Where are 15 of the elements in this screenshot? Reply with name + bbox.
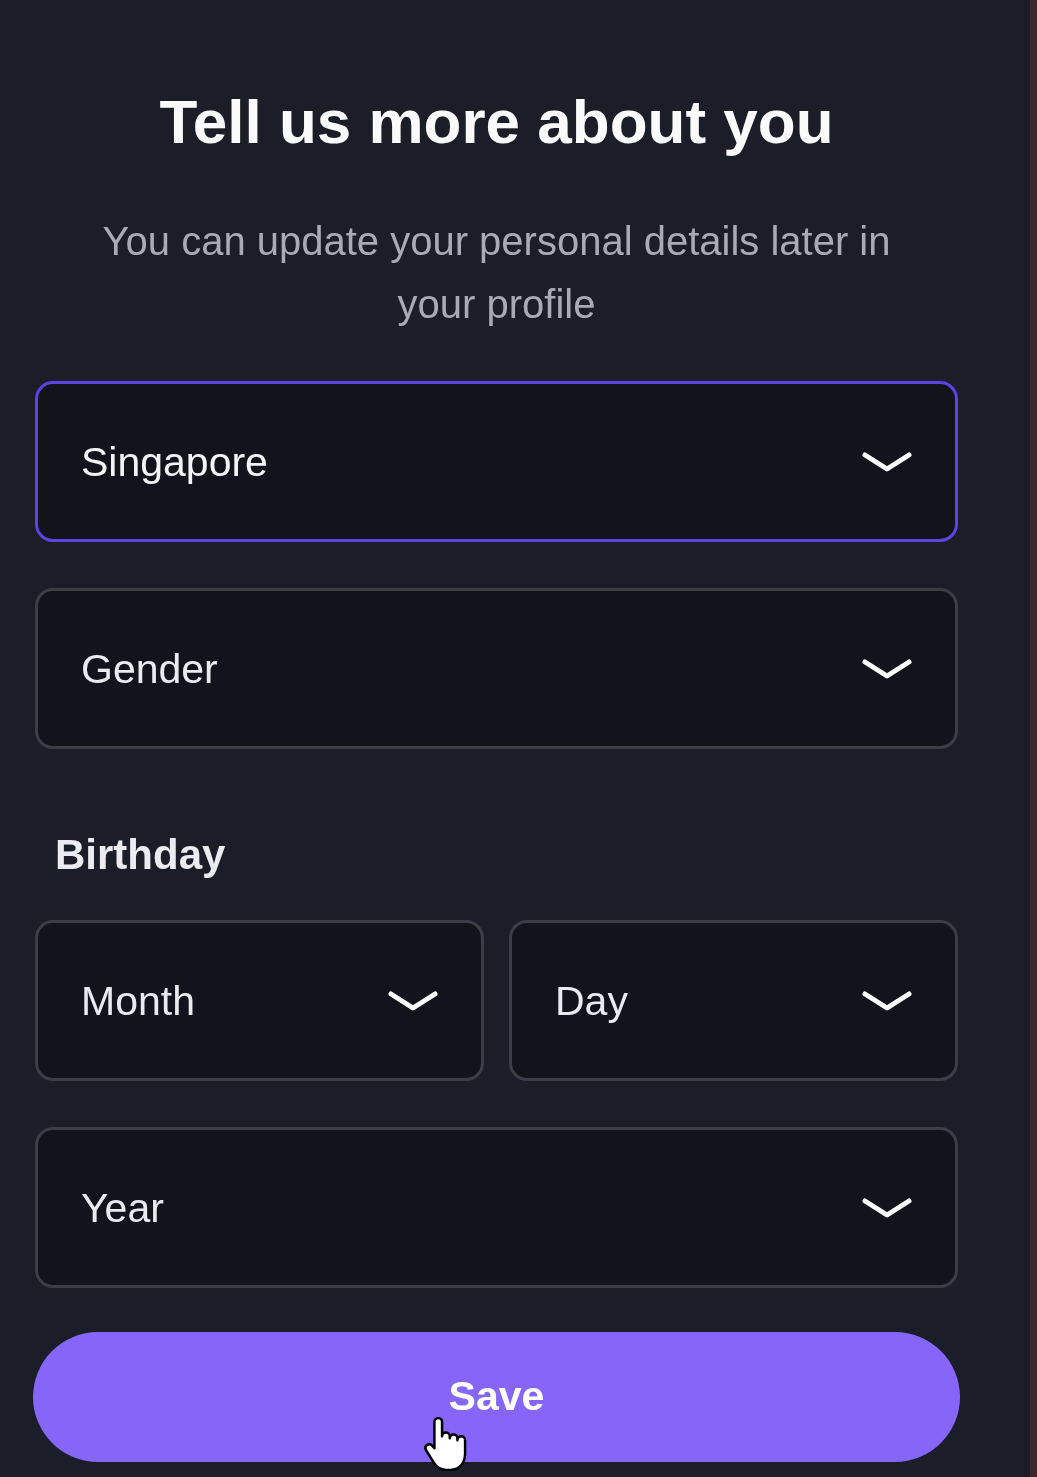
- chevron-down-icon: [862, 658, 912, 679]
- dropdown-field[interactable]: Gender: [35, 588, 958, 749]
- chevron-down-icon: [862, 451, 912, 472]
- dropdown-field[interactable]: Day: [509, 920, 958, 1081]
- birthday-label: Birthday: [55, 831, 227, 879]
- chevron-down-icon: [388, 990, 438, 1011]
- save-button[interactable]: Save: [33, 1332, 960, 1462]
- chevron-down-icon: [862, 990, 912, 1011]
- chevron-down-icon: [862, 1197, 912, 1218]
- dropdown-field[interactable]: Month: [35, 920, 484, 1081]
- dropdown-field[interactable]: Year: [35, 1127, 958, 1288]
- dropdown-field[interactable]: Singapore: [35, 381, 958, 542]
- form-subtitle: You can update your personal details later in your profile: [101, 218, 892, 328]
- hand-pointer-icon: [421, 1414, 467, 1474]
- form-heading: Tell us more about you: [158, 88, 835, 156]
